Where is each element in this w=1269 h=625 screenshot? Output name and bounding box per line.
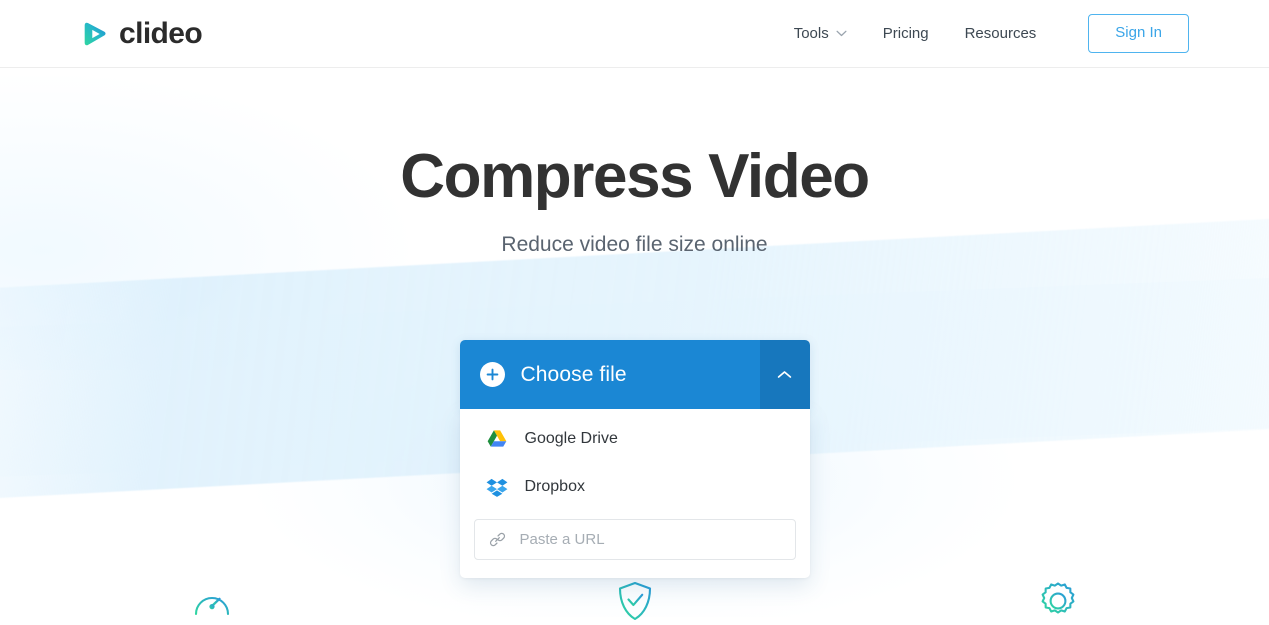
gear-icon (1041, 582, 1074, 614)
paste-url-row[interactable] (473, 519, 796, 560)
nav-item-resources[interactable]: Resources (947, 17, 1055, 50)
nav-label-tools: Tools (793, 25, 829, 42)
chevron-up-icon (777, 371, 792, 378)
upload-source-dropdown: Google Drive Dropbox (459, 409, 810, 578)
brand-logo[interactable]: clideo (80, 16, 203, 50)
nav-item-pricing[interactable]: Pricing (865, 17, 947, 50)
choose-file-dropdown-toggle[interactable] (759, 340, 810, 409)
shield-check-icon (618, 581, 651, 621)
feature-speed (0, 565, 423, 623)
page-subtitle: Reduce video file size online (501, 233, 768, 257)
nav-label-pricing: Pricing (882, 25, 929, 42)
choose-file-row: Choose file (459, 340, 810, 409)
choose-file-button[interactable]: Choose file (459, 340, 760, 409)
hero-section: Compress Video Reduce video file size on… (0, 68, 1269, 257)
feature-settings (846, 565, 1269, 623)
main-navigation: Tools Pricing Resources Sign In (776, 14, 1189, 53)
upload-source-label: Google Drive (524, 430, 618, 447)
dropbox-icon (486, 478, 507, 497)
chevron-down-icon (836, 30, 847, 37)
play-triangle-gradient-icon (84, 22, 106, 45)
google-drive-icon (487, 430, 506, 447)
page-title: Compress Video (400, 142, 870, 211)
sign-in-button[interactable]: Sign In (1088, 14, 1189, 53)
upload-source-google-drive[interactable]: Google Drive (460, 415, 810, 463)
choose-file-label: Choose file (520, 362, 627, 386)
brand-name: clideo (119, 16, 203, 50)
upload-source-dropbox[interactable]: Dropbox (460, 463, 810, 511)
nav-item-tools[interactable]: Tools (776, 17, 865, 50)
upload-widget: Choose file Google Drive Dropbox Paste a… (459, 340, 810, 578)
paste-url-input[interactable] (519, 531, 782, 548)
link-icon (489, 532, 505, 547)
nav-label-resources: Resources (964, 25, 1037, 42)
upload-source-label: Dropbox (524, 478, 585, 495)
plus-icon (479, 362, 505, 387)
speedometer-icon (194, 596, 229, 616)
site-header: clideo Tools Pricing Resources Sign In (0, 0, 1269, 68)
